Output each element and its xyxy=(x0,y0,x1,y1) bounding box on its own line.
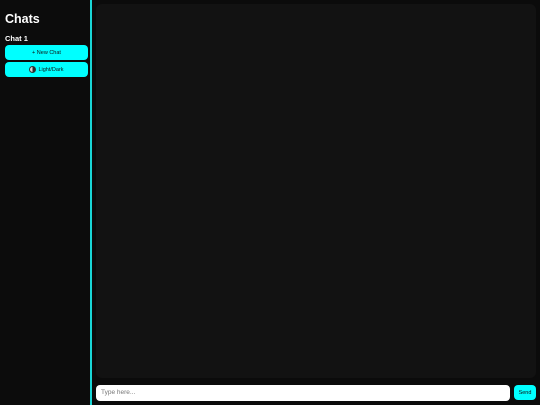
sidebar: Chats Chat 1 + New Chat Light/Dark xyxy=(0,0,92,405)
half-moon-icon xyxy=(29,66,37,73)
theme-toggle-label: Light/Dark xyxy=(38,66,64,73)
chat-main: Send xyxy=(92,0,540,405)
send-button[interactable]: Send xyxy=(514,385,536,400)
composer: Send xyxy=(96,384,536,401)
sidebar-title: Chats xyxy=(5,12,40,26)
app-window: Chats Chat 1 + New Chat Light/Dark Send xyxy=(0,0,540,405)
new-chat-label: + New Chat xyxy=(32,49,61,56)
message-input[interactable] xyxy=(96,384,510,401)
messages-panel xyxy=(96,4,536,378)
chat-item-1[interactable]: Chat 1 xyxy=(5,34,86,43)
new-chat-button[interactable]: + New Chat xyxy=(5,45,88,60)
theme-toggle-button[interactable]: Light/Dark xyxy=(5,62,88,77)
